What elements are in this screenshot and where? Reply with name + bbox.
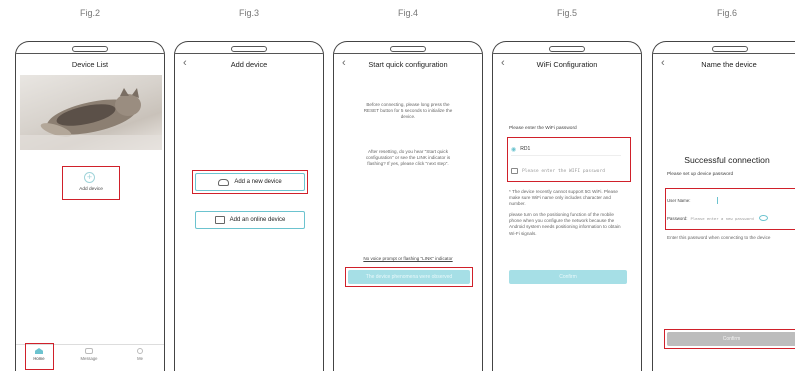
page-title: Add device <box>230 60 268 69</box>
fig-label-6: Fig.6 <box>716 8 737 18</box>
device-photo <box>20 75 162 150</box>
fig-label-2: Fig.2 <box>79 8 100 18</box>
highlight-box <box>25 343 54 370</box>
highlight-box <box>192 170 308 194</box>
reset-instruction: Before connecting, please long press the… <box>363 102 453 120</box>
divider <box>175 53 323 54</box>
fig-label-4: Fig.4 <box>397 8 418 18</box>
divider <box>334 53 482 54</box>
page-title: WiFi Configuration <box>536 60 598 69</box>
phone-device-list: Device List + Add device Home Message Me <box>15 41 165 371</box>
phone-notch <box>72 46 108 52</box>
wifi-password-prompt: Please enter the WiFi password <box>509 126 577 131</box>
fig-label-3: Fig.3 <box>238 8 259 18</box>
phone-notch <box>390 46 426 52</box>
add-online-device-button[interactable]: Add an online device <box>195 211 305 229</box>
phone-wifi-config: ‹ WiFi Configuration Please enter the Wi… <box>492 41 642 371</box>
phone-name-device: ‹ Name the device Successful connection … <box>652 41 795 371</box>
phone-add-device: ‹ Add device Add a new device Add an onl… <box>174 41 324 371</box>
highlight-box <box>664 329 795 349</box>
add-online-device-label: Add an online device <box>229 217 286 223</box>
divider <box>16 53 164 54</box>
5g-note: * The device recently cannot support 5G … <box>509 189 618 207</box>
divider <box>653 53 795 54</box>
tab-me[interactable]: Me <box>130 348 150 361</box>
positioning-note: please turn on the positioning function … <box>509 212 621 236</box>
message-icon <box>85 348 93 354</box>
tab-message[interactable]: Message <box>74 348 104 361</box>
highlight-box <box>62 166 120 200</box>
phone-notch <box>549 46 585 52</box>
password-hint: Enter this password when connecting to t… <box>667 235 771 240</box>
setup-password-prompt: Please set up device password <box>667 172 734 177</box>
highlight-box <box>345 267 473 287</box>
phone-quick-config: ‹ Start quick configuration Before conne… <box>333 41 483 371</box>
page-title: Device List <box>71 60 109 69</box>
reset-confirm-instruction: After resetting, do you hear "Start quic… <box>365 149 451 167</box>
highlight-box <box>507 137 631 182</box>
no-prompt-link[interactable]: No voice prompt or flashing "LINK" indic… <box>340 256 476 261</box>
confirm-button[interactable]: Confirm <box>509 270 627 284</box>
tab-message-label: Message <box>80 356 98 361</box>
phone-notch <box>712 46 748 52</box>
phone-notch <box>231 46 267 52</box>
success-message: Successful connection <box>684 155 770 165</box>
tab-me-label: Me <box>137 356 143 361</box>
highlight-box <box>665 188 795 230</box>
fig-label-5: Fig.5 <box>556 8 577 18</box>
divider <box>493 53 641 54</box>
page-title: Start quick configuration <box>368 60 448 69</box>
router-icon <box>214 216 225 224</box>
page-title: Name the device <box>701 60 757 69</box>
person-icon <box>137 348 143 354</box>
